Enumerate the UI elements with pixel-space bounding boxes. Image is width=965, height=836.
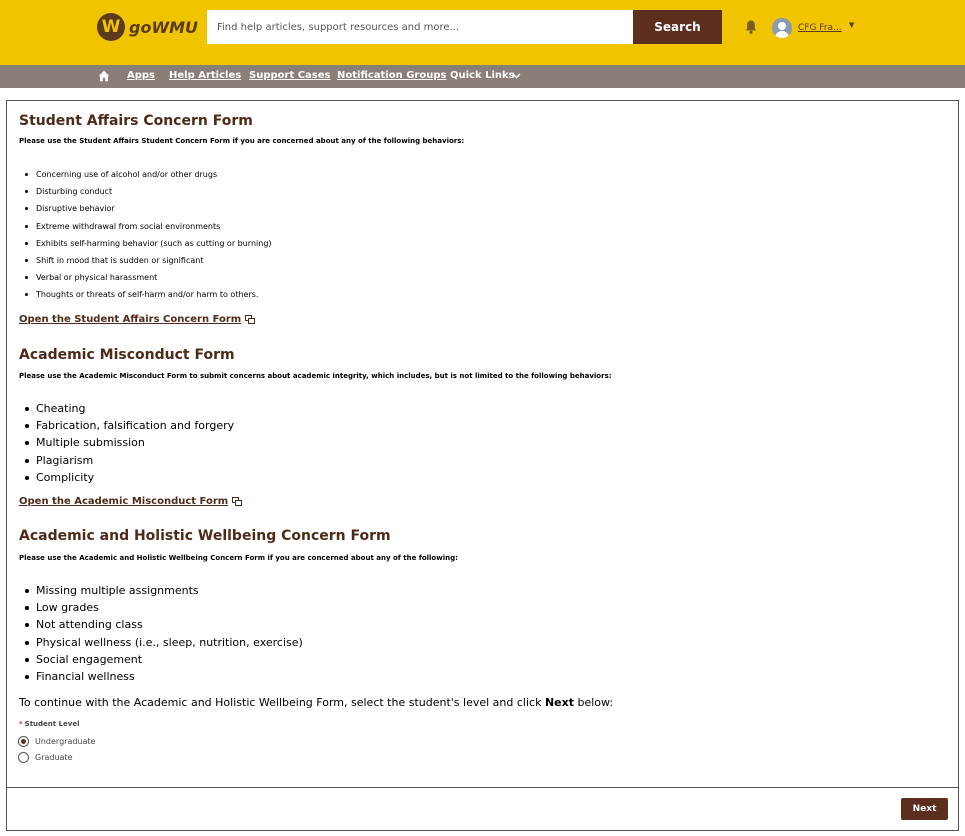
student-level-label-text: Student Level xyxy=(24,720,80,728)
external-window-icon xyxy=(245,315,256,324)
continue-instructions: To continue with the Academic and Holist… xyxy=(19,696,613,709)
nav-link-notification-groups[interactable]: Notification Groups xyxy=(337,70,446,81)
radio-label: Graduate xyxy=(35,753,73,762)
list-item: Physical wellness (i.e., sleep, nutritio… xyxy=(23,634,303,651)
section-intro-student-affairs: Please use the Student Affairs Student C… xyxy=(19,137,465,145)
chevron-down-icon[interactable] xyxy=(512,73,521,79)
avatar[interactable] xyxy=(772,18,792,38)
radio-label: Undergraduate xyxy=(35,737,96,746)
section-intro-wellbeing: Please use the Academic and Holistic Wel… xyxy=(19,554,458,562)
list-item: Shift in mood that is sudden or signific… xyxy=(23,252,272,269)
behavior-list-student-affairs: Concerning use of alcohol and/or other d… xyxy=(23,166,272,304)
list-item: Verbal or physical harassment xyxy=(23,269,272,286)
behavior-list-academic-misconduct: Cheating Fabrication, falsification and … xyxy=(23,400,234,486)
list-item: Disturbing conduct xyxy=(23,183,272,200)
list-item: Disruptive behavior xyxy=(23,200,272,217)
top-header: W goWMU Search CFG Fra... ▼ xyxy=(0,0,965,65)
nav-bar: Apps Help Articles Support Cases Notific… xyxy=(0,65,965,88)
radio-option-undergraduate[interactable]: Undergraduate xyxy=(18,736,95,747)
continue-text-bold: Next xyxy=(544,696,574,709)
gowmu-logo[interactable]: W goWMU xyxy=(97,13,198,41)
list-item: Thoughts or threats of self-harm and/or … xyxy=(23,286,272,303)
continue-text-before: To continue with the Academic and Holist… xyxy=(19,696,545,709)
list-item: Multiple submission xyxy=(23,434,234,451)
section-intro-academic-misconduct: Please use the Academic Misconduct Form … xyxy=(19,372,612,380)
list-item: Plagiarism xyxy=(23,452,234,469)
list-item: Low grades xyxy=(23,599,303,616)
search-input[interactable] xyxy=(207,10,633,44)
concern-form-card: Student Affairs Concern Form Please use … xyxy=(6,100,959,831)
wmu-logo-mark: W xyxy=(97,13,125,41)
radio-option-graduate[interactable]: Graduate xyxy=(18,752,73,763)
list-item: Fabrication, falsification and forgery xyxy=(23,417,234,434)
list-item: Concerning use of alcohol and/or other d… xyxy=(23,166,272,183)
list-item: Missing multiple assignments xyxy=(23,582,303,599)
list-item: Extreme withdrawal from social environme… xyxy=(23,218,272,235)
list-item: Social engagement xyxy=(23,651,303,668)
caret-down-icon[interactable]: ▼ xyxy=(849,21,854,29)
next-button[interactable]: Next xyxy=(901,798,948,820)
concern-list-wellbeing: Missing multiple assignments Low grades … xyxy=(23,582,303,685)
link-label: Open the Student Affairs Concern Form xyxy=(19,314,242,325)
open-academic-misconduct-form-link[interactable]: Open the Academic Misconduct Form xyxy=(19,496,243,507)
nav-link-help-articles[interactable]: Help Articles xyxy=(169,70,241,81)
required-marker: * xyxy=(19,720,23,728)
footer-divider xyxy=(7,787,958,788)
radio-button-undergraduate[interactable] xyxy=(18,736,29,747)
list-item: Cheating xyxy=(23,400,234,417)
logo-text: goWMU xyxy=(129,17,199,37)
external-window-icon xyxy=(232,497,243,506)
home-icon[interactable] xyxy=(98,70,110,82)
nav-link-support-cases[interactable]: Support Cases xyxy=(249,70,330,81)
bell-icon[interactable] xyxy=(743,19,759,35)
nav-quick-links[interactable]: Quick Links xyxy=(450,70,515,81)
continue-text-after: below: xyxy=(573,696,614,709)
link-label: Open the Academic Misconduct Form xyxy=(19,496,229,507)
section-title-wellbeing: Academic and Holistic Wellbeing Concern … xyxy=(19,528,391,544)
radio-button-graduate[interactable] xyxy=(18,752,29,763)
list-item: Financial wellness xyxy=(23,668,303,685)
list-item: Not attending class xyxy=(23,616,303,633)
student-level-label: * Student Level xyxy=(19,720,80,728)
list-item: Exhibits self-harming behavior (such as … xyxy=(23,235,272,252)
list-item: Complicity xyxy=(23,469,234,486)
section-title-academic-misconduct: Academic Misconduct Form xyxy=(19,347,235,363)
user-menu-name[interactable]: CFG Fra... xyxy=(798,23,842,33)
nav-link-apps[interactable]: Apps xyxy=(127,70,155,81)
section-title-student-affairs: Student Affairs Concern Form xyxy=(19,113,253,129)
search-button[interactable]: Search xyxy=(633,10,722,44)
open-student-affairs-form-link[interactable]: Open the Student Affairs Concern Form xyxy=(19,314,256,325)
